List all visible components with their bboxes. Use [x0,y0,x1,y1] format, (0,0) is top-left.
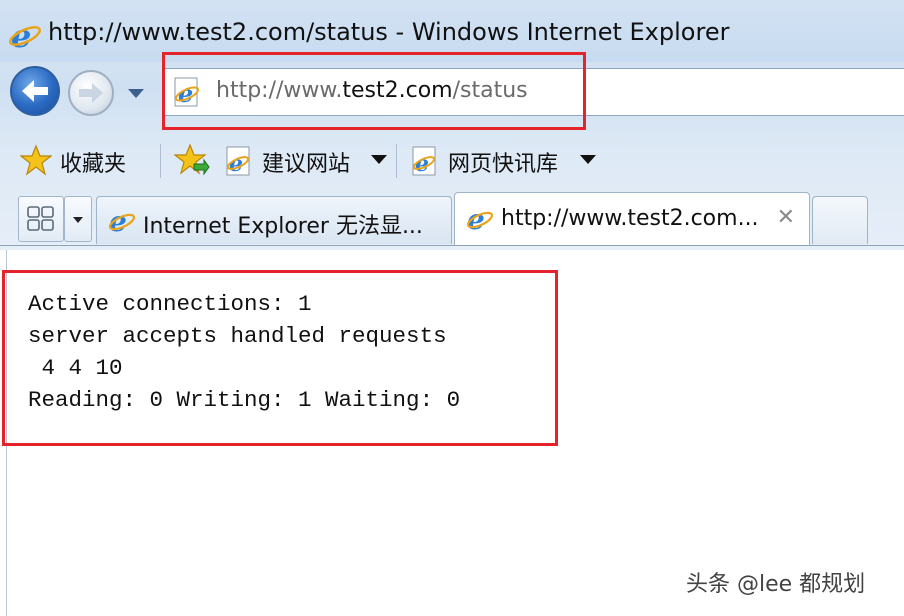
new-tab-button[interactable] [812,196,868,244]
add-to-favorites-icon[interactable] [174,142,210,178]
web-slice-gallery-ie-icon: e [412,146,436,176]
ie-tab-icon: e [466,203,494,233]
tab-list-dropdown-icon [73,217,83,223]
favorites-separator [160,144,161,178]
content-highlight-box [2,270,558,446]
arrow-right-icon [79,83,103,103]
tab-status-page[interactable]: e http://www.test2.com... ✕ [454,192,810,246]
suggested-sites-link[interactable]: 建议网站 [262,146,350,178]
ie-logo-icon: e [9,18,41,52]
tab-label: Internet Explorer 无法显... [143,214,423,239]
window-title: http://www.test2.com/status - Windows In… [48,18,730,46]
favorites-star-icon[interactable] [20,144,52,176]
quick-tabs-button[interactable] [18,196,64,242]
back-button[interactable] [10,66,60,116]
suggested-sites-ie-icon: e [226,146,250,176]
favorites-button[interactable]: 收藏夹 [60,146,126,178]
quick-tabs-grid-icon [27,206,54,231]
web-slice-gallery-dropdown-icon[interactable] [580,155,596,164]
ie-tab-icon: e [108,205,136,235]
tab-ie-cannot-display[interactable]: e Internet Explorer 无法显... [96,196,452,244]
close-tab-icon[interactable]: ✕ [777,205,795,230]
forward-button[interactable] [68,70,114,116]
tab-list-button[interactable] [64,196,92,242]
tab-label: http://www.test2.com... [501,206,759,231]
favorites-separator [396,144,397,178]
svg-text:e: e [467,203,485,233]
arrow-left-icon [22,80,48,102]
recent-pages-dropdown-icon[interactable] [126,86,146,100]
chrome-divider [0,245,904,246]
suggested-sites-dropdown-icon[interactable] [371,155,387,164]
address-highlight-box [162,52,586,130]
web-slice-gallery-link[interactable]: 网页快讯库 [448,146,558,178]
svg-text:e: e [109,205,127,235]
watermark: 头条 @lee 都规划 [686,572,866,597]
